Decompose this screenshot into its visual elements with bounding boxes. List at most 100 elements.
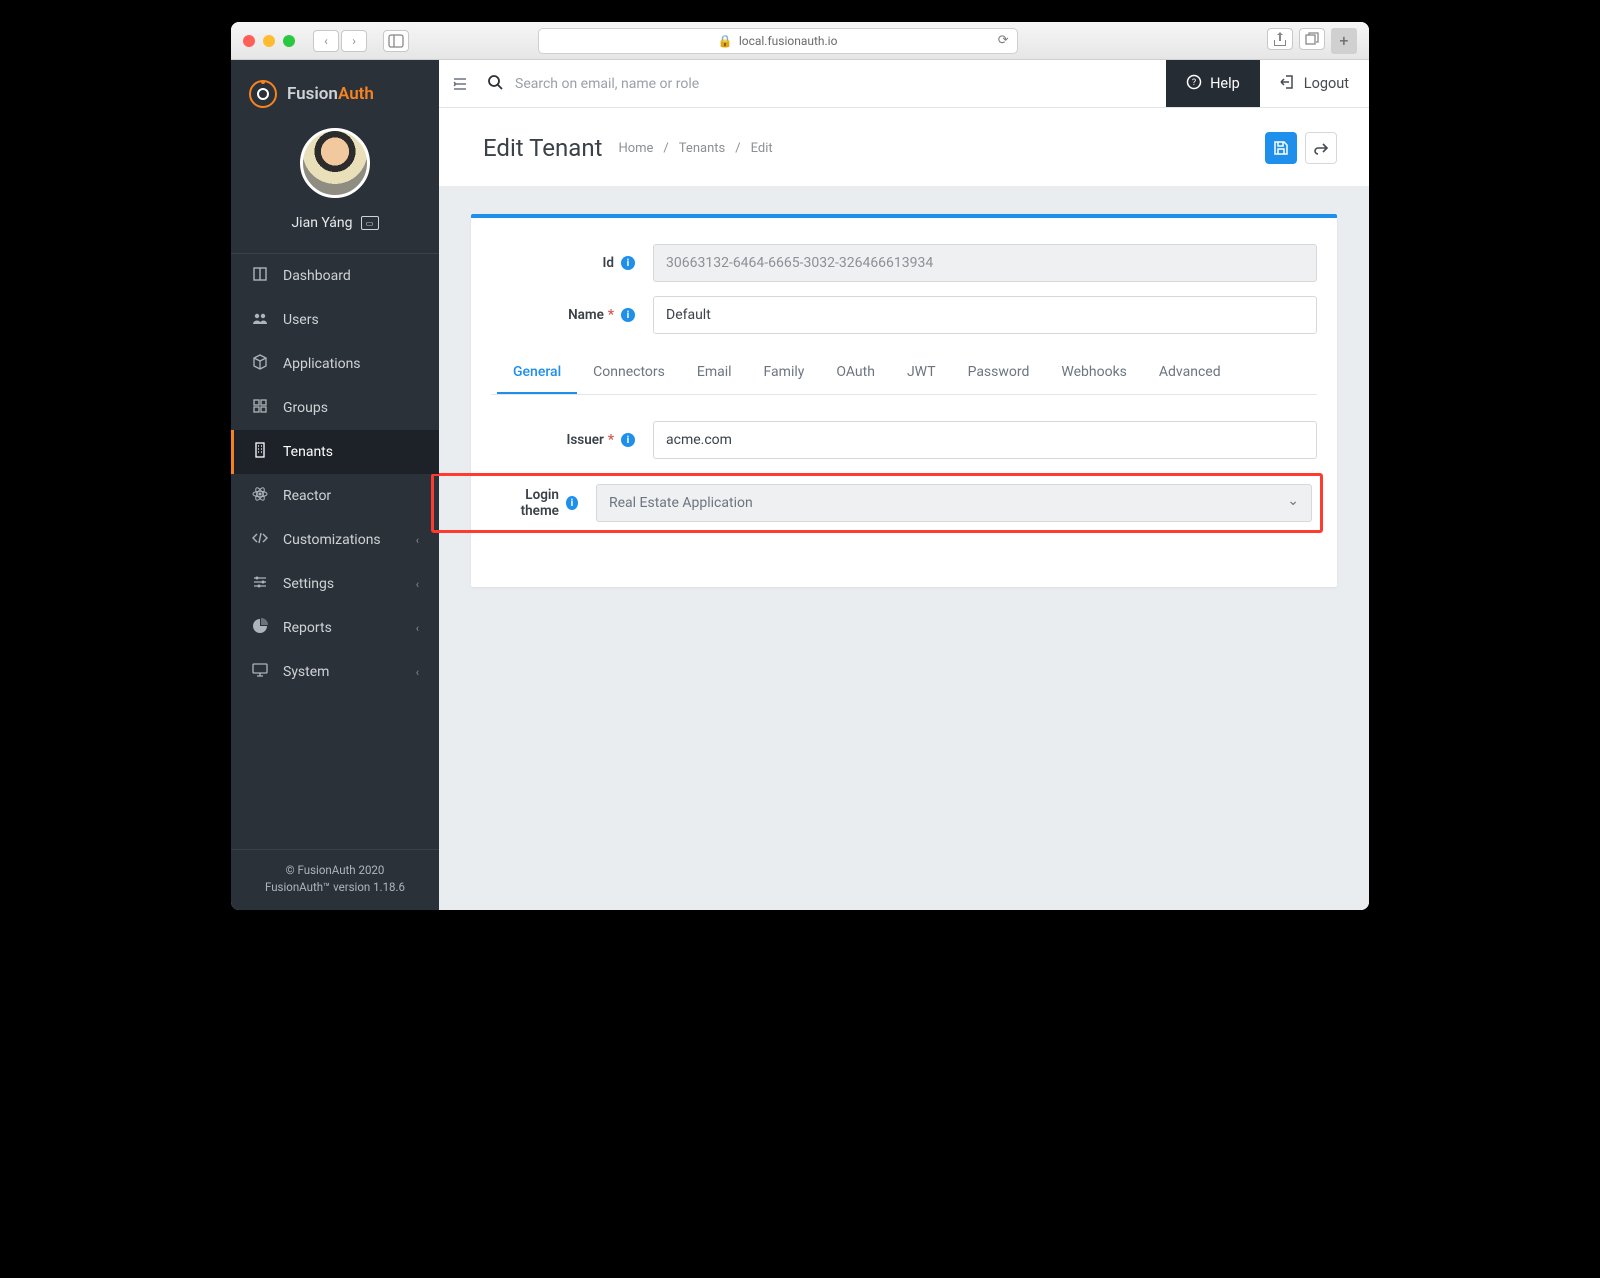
sidebar-item-label: Dashboard (283, 268, 351, 284)
browser-nav-buttons: ‹ › (313, 30, 367, 52)
brand: FusionAuth (231, 60, 439, 122)
label-issuer-text: Issuer (566, 432, 603, 448)
save-button[interactable] (1265, 132, 1297, 164)
mac-window: ‹ › 🔒 local.fusionauth.io ⟳ + (231, 22, 1369, 910)
search-icon (487, 74, 503, 94)
sidebar-item-reactor[interactable]: Reactor (231, 474, 439, 518)
minimize-window-button[interactable] (263, 35, 275, 47)
sidebar-item-label: Applications (283, 356, 361, 372)
row-login-theme-highlighted: Login theme i Real Estate Application (431, 473, 1323, 533)
label-id-text: Id (603, 255, 614, 271)
svg-text:?: ? (1192, 78, 1196, 88)
sidebar-item-customizations[interactable]: Customizations‹ (231, 518, 439, 562)
search-wrap (481, 74, 1166, 94)
back-arrow-icon (1313, 140, 1329, 156)
back-button[interactable] (1305, 132, 1337, 164)
tabs-icon (1304, 31, 1320, 47)
tab-advanced[interactable]: Advanced (1143, 352, 1237, 394)
sidebar-item-label: Reactor (283, 488, 331, 504)
indent-icon (452, 76, 468, 92)
info-icon[interactable]: i (621, 256, 635, 270)
input-issuer[interactable] (653, 421, 1317, 459)
select-login-theme[interactable]: Real Estate Application (596, 484, 1312, 522)
chevron-left-icon: ‹ (416, 622, 419, 635)
browser-forward-button[interactable]: › (341, 30, 367, 52)
tab-oauth[interactable]: OAuth (820, 352, 891, 394)
browser-sidebar-button[interactable] (383, 30, 409, 52)
label-name: Name* i (491, 307, 641, 323)
sidebar-item-label: System (283, 664, 329, 680)
chevron-left-icon: ‹ (416, 666, 419, 679)
collapse-sidebar-button[interactable] (439, 76, 481, 92)
sidebar-item-dashboard[interactable]: Dashboard (231, 254, 439, 298)
main: ? Help Logout Edit Tenant Home/Tenants/E… (439, 60, 1369, 910)
app-root: FusionAuth Jian Yáng ▭ Dashboard Users App… (231, 60, 1369, 910)
dashboard-icon (251, 266, 269, 286)
lock-icon: 🔒 (718, 34, 733, 48)
sidebar-item-groups[interactable]: Groups (231, 386, 439, 430)
atom-icon (251, 486, 269, 506)
browser-chrome: ‹ › 🔒 local.fusionauth.io ⟳ + (231, 22, 1369, 60)
sidebar-item-users[interactable]: Users (231, 298, 439, 342)
label-login-theme-text: Login theme (494, 487, 559, 519)
row-id: Id i (491, 244, 1317, 282)
browser-share-button[interactable] (1267, 28, 1293, 50)
profile-name-text: Jian Yáng (291, 215, 352, 231)
brand-text: FusionAuth (287, 84, 374, 104)
topbar: ? Help Logout (439, 60, 1369, 108)
tab-bar: GeneralConnectorsEmailFamilyOAuthJWTPass… (491, 352, 1317, 395)
sidebar-item-settings[interactable]: Settings‹ (231, 562, 439, 606)
browser-tabs-button[interactable] (1299, 28, 1325, 50)
info-icon[interactable]: i (621, 308, 635, 322)
brand-text-b: Auth (338, 84, 374, 104)
tab-family[interactable]: Family (748, 352, 821, 394)
browser-url-text: local.fusionauth.io (739, 34, 838, 48)
breadcrumb-edit: Edit (751, 141, 773, 156)
code-icon (251, 530, 269, 550)
footer-copyright: © FusionAuth 2020 (231, 862, 439, 879)
input-name[interactable] (653, 296, 1317, 334)
tab-general[interactable]: General (497, 352, 577, 394)
cube-icon (251, 354, 269, 374)
sidebar-item-reports[interactable]: Reports‹ (231, 606, 439, 650)
label-name-text: Name (568, 307, 604, 323)
browser-new-tab-button[interactable]: + (1331, 28, 1357, 54)
sidebar-item-system[interactable]: System ‹ (231, 650, 439, 694)
tab-connectors[interactable]: Connectors (577, 352, 681, 394)
piechart-icon (251, 618, 269, 638)
groups-icon (251, 398, 269, 418)
breadcrumb-tenants[interactable]: Tenants (679, 141, 725, 156)
tab-jwt[interactable]: JWT (891, 352, 952, 394)
maximize-window-button[interactable] (283, 35, 295, 47)
brand-text-a: Fusion (287, 84, 338, 104)
tab-email[interactable]: Email (681, 352, 748, 394)
breadcrumb: Home/Tenants/Edit (618, 141, 772, 156)
search-input[interactable] (515, 76, 835, 92)
browser-back-button[interactable]: ‹ (313, 30, 339, 52)
breadcrumb-home[interactable]: Home (618, 141, 653, 156)
profile-block: Jian Yáng ▭ (231, 122, 439, 249)
info-icon[interactable]: i (621, 433, 635, 447)
sidebar-icon (388, 33, 404, 49)
help-icon: ? (1186, 74, 1202, 94)
sidebar-item-label: Customizations (283, 532, 381, 548)
row-issuer: Issuer* i (491, 421, 1317, 459)
footer-version: FusionAuth™ version 1.18.6 (231, 879, 439, 896)
sliders-icon (251, 574, 269, 594)
sidebar-item-applications[interactable]: Applications (231, 342, 439, 386)
help-button[interactable]: ? Help (1166, 60, 1260, 107)
breadcrumb-separator: / (663, 141, 668, 156)
tab-webhooks[interactable]: Webhooks (1045, 352, 1143, 394)
close-window-button[interactable] (243, 35, 255, 47)
vcard-icon[interactable]: ▭ (361, 216, 379, 230)
logout-icon (1280, 74, 1296, 94)
chevron-left-icon: ‹ (416, 578, 419, 591)
reload-icon[interactable]: ⟳ (998, 33, 1009, 48)
sidebar-item-tenants[interactable]: Tenants (231, 430, 439, 474)
tab-password[interactable]: Password (952, 352, 1046, 394)
info-icon[interactable]: i (566, 496, 578, 510)
avatar[interactable] (300, 128, 370, 198)
logout-button[interactable]: Logout (1260, 60, 1369, 107)
browser-address-bar[interactable]: 🔒 local.fusionauth.io ⟳ (538, 28, 1018, 54)
profile-name: Jian Yáng ▭ (291, 215, 378, 231)
